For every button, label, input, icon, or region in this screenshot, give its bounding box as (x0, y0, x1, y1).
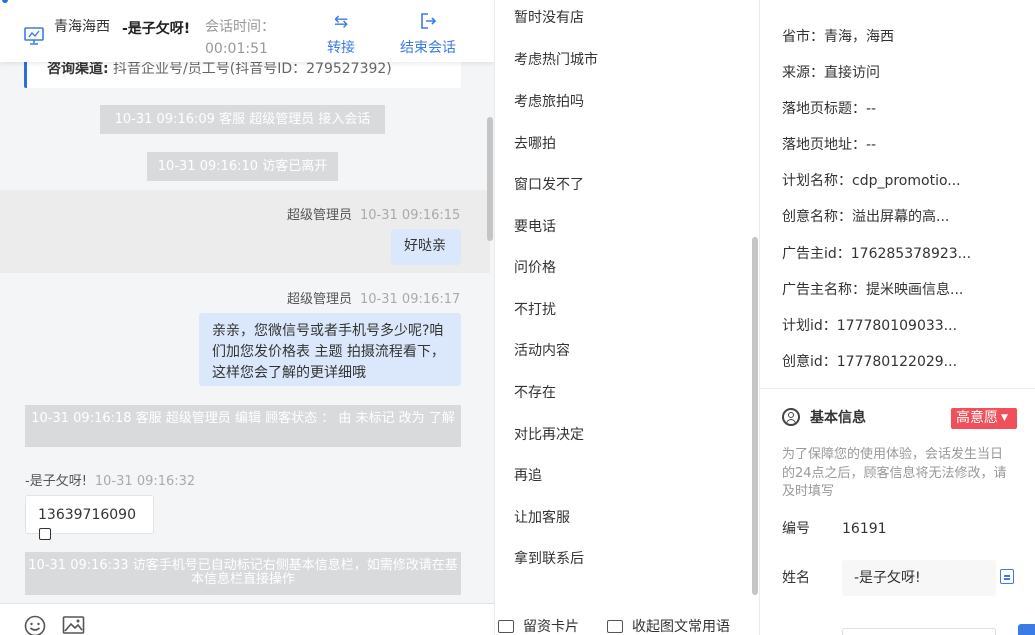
quick-reply-item[interactable]: 暂时没有店 (514, 8, 584, 28)
intent-level-value: 高意愿 (956, 410, 998, 426)
visitor-name: -是子攵呀! (122, 21, 191, 37)
session-duration: 00:01:51 (205, 41, 268, 57)
card-icon (498, 620, 514, 633)
visitor-info-panel: 省市：青海，海西 来源：直接访问 落地页标题：-- 落地页地址：-- 计划名称：… (759, 0, 1035, 635)
collapse-replies-label: 收起图文常用语 (632, 619, 730, 635)
quick-replies-scrollbar[interactable] (752, 237, 758, 595)
basic-info-heading: 基本信息 (782, 408, 866, 428)
end-session-label: 结束会话 (400, 40, 456, 56)
quick-reply-item[interactable]: 不打扰 (514, 300, 556, 320)
info-row-plan-id: 计划id：177780109033... (782, 318, 958, 334)
phone-number: 13639716090 (38, 507, 136, 523)
sender-name: 超级管理员 (287, 292, 353, 307)
chat-panel: 青海海西 -是子攵呀! 会话时间： 00:01:51 ⇆ 转接 结束会话 咨询渠… (0, 0, 494, 635)
agent-message-bubble: 好哒亲 (391, 229, 461, 265)
header-top-indicator (0, 0, 60, 3)
quick-reply-item[interactable]: 不存在 (514, 383, 556, 403)
divider (760, 388, 1035, 389)
session-time-label: 会话时间： (205, 19, 275, 35)
info-row-region: 省市：青海，海西 (782, 29, 894, 45)
info-row-advertiser-id: 广告主id：176285378923... (782, 246, 972, 262)
message-icon (607, 620, 623, 633)
customer-id-label: 编号 (782, 521, 810, 537)
info-row-landing-title: 落地页标题：-- (782, 101, 877, 117)
info-row-plan-name: 计划名称：cdp_promotio... (782, 173, 961, 189)
info-row-advertiser-name: 广告主名称：提米映画信息... (782, 282, 964, 298)
quick-reply-item[interactable]: 问价格 (514, 258, 556, 278)
quick-reply-item[interactable]: 考虑旅拍吗 (514, 92, 584, 112)
sender-name: -是子攵呀! (25, 474, 87, 489)
message-meta: 超级管理员 10-31 09:16:17 (287, 288, 460, 307)
message-time: 10-31 09:16:17 (360, 292, 461, 307)
customer-id-value: 16191 (842, 521, 887, 537)
basic-info-title: 基本信息 (810, 410, 866, 426)
edit-deadline-notice: 为了保障您的使用体验，会话发生当日的24点之后，顾客信息将无法修改，请及时填写 (782, 447, 1007, 499)
quick-reply-item[interactable]: 考虑热门城市 (514, 50, 598, 70)
source-label: 咨询渠道: (47, 62, 109, 77)
visitor-source-info: 省市：青海，海西 来源：直接访问 落地页标题：-- 落地页地址：-- 计划名称：… (760, 0, 1035, 388)
emoji-icon[interactable] (24, 614, 48, 635)
quick-reply-item[interactable]: 去哪拍 (514, 134, 556, 154)
quick-reply-item[interactable]: 窗口发不了 (514, 175, 584, 195)
edit-icon[interactable] (1000, 569, 1014, 584)
caret-down-icon: ▼ (1001, 413, 1008, 423)
message-time: 10-31 09:16:15 (360, 208, 461, 223)
sender-name: 超级管理员 (287, 208, 353, 223)
system-message: 10-31 09:16:09 客服 超级管理员 接入会话 (100, 105, 385, 134)
info-row-landing-url: 落地页地址：-- (782, 137, 877, 153)
quick-replies-footer: 留资卡片 收起图文常用语 (495, 608, 759, 635)
system-message: 10-31 09:16:33 访客手机号已自动标记右侧基本信息栏，如需修改请在基… (25, 552, 461, 595)
chat-messages: 咨询渠道: 抖音企业号/员工号(抖音号ID：279527392) 10-31 0… (0, 62, 494, 603)
visitor-region: 青海海西 (54, 19, 110, 35)
source-value: 抖音企业号/员工号(抖音号ID：279527392) (108, 62, 392, 77)
image-icon[interactable] (62, 614, 86, 635)
info-row-creative-id: 创意id：177780122029... (782, 354, 958, 370)
floating-action-button[interactable] (1018, 624, 1035, 635)
lead-card-button[interactable]: 留资卡片 (498, 618, 579, 635)
visitor-message-bubble: 13639716090 (25, 495, 154, 540)
next-field[interactable] (842, 628, 996, 635)
quick-reply-item[interactable]: 活动内容 (514, 341, 570, 361)
source-card: 咨询渠道: 抖音企业号/员工号(抖音号ID：279527392) (24, 62, 461, 88)
workspace: 青海海西 -是子攵呀! 会话时间： 00:01:51 ⇆ 转接 结束会话 咨询渠… (0, 0, 1035, 635)
agent-message-bubble: 亲亲，您微信号或者手机号多少呢?咱们加您发价格表 主题 拍摄流程看下，这样您会了… (199, 313, 461, 386)
quick-reply-item[interactable]: 再追 (514, 466, 542, 486)
monitor-icon (24, 27, 44, 45)
exit-icon (396, 12, 460, 32)
transfer-icon: ⇆ (333, 12, 349, 32)
copy-icon[interactable] (39, 528, 51, 540)
info-row-creative-name: 创意名称：溢出屏幕的高... (782, 209, 950, 225)
quick-reply-item[interactable]: 要电话 (514, 217, 556, 237)
collapse-replies-button[interactable]: 收起图文常用语 (607, 618, 730, 635)
person-icon (782, 408, 800, 426)
customer-name-label: 姓名 (782, 570, 810, 586)
system-message: 10-31 09:16:18 客服 超级管理员 编辑 顾客状态 ： 由 未标记 … (25, 405, 461, 447)
chat-toolbar (0, 603, 494, 635)
chat-scrollbar[interactable] (487, 117, 493, 241)
info-row-source: 来源：直接访问 (782, 65, 880, 81)
intent-level-dropdown[interactable]: 高意愿 ▼ (951, 408, 1017, 429)
message-time: 10-31 09:16:32 (94, 474, 196, 489)
message-meta: -是子攵呀! 10-31 09:16:32 (25, 470, 195, 489)
quick-replies-panel: 暂时没有店 考虑热门城市 考虑旅拍吗 去哪拍 窗口发不了 要电话 问价格 不打扰… (494, 0, 758, 635)
quick-reply-item[interactable]: 拿到联系后 (514, 549, 584, 569)
quick-reply-item[interactable]: 对比再决定 (514, 425, 584, 445)
quick-reply-item[interactable]: 让加客服 (514, 508, 570, 528)
transfer-label: 转接 (327, 40, 355, 56)
customer-name-field[interactable]: -是子攵呀! (842, 560, 996, 596)
transfer-button[interactable]: ⇆ 转接 (324, 12, 358, 56)
chat-header: 青海海西 -是子攵呀! 会话时间： 00:01:51 ⇆ 转接 结束会话 (0, 0, 494, 62)
end-session-button[interactable]: 结束会话 (396, 12, 460, 56)
message-meta: 超级管理员 10-31 09:16:15 (287, 204, 460, 223)
lead-card-label: 留资卡片 (523, 619, 579, 635)
system-message: 10-31 09:16:10 访客已离开 (147, 152, 338, 181)
